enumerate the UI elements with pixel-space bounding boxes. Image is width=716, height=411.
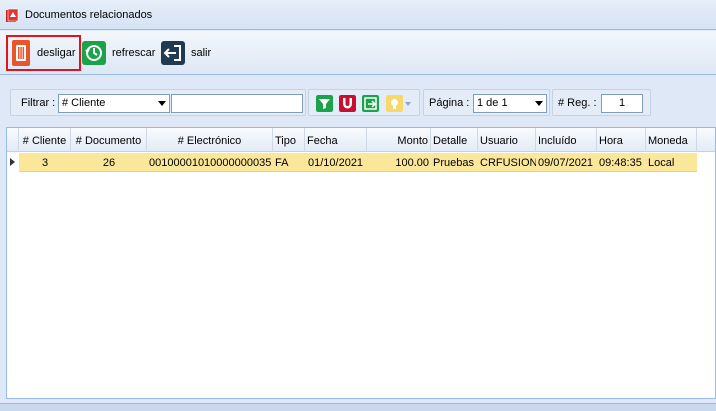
filter-value-input[interactable] <box>171 94 303 113</box>
cell-monto[interactable]: 100.00 <box>367 153 429 172</box>
cell-moneda[interactable]: Local <box>648 153 696 172</box>
trash-icon <box>12 40 30 66</box>
salir-label: salir <box>191 47 212 59</box>
filter-field-select[interactable]: # Cliente <box>58 94 170 113</box>
desligar-button[interactable]: desligar <box>6 35 81 71</box>
cell-detalle[interactable]: Pruebas <box>433 153 478 172</box>
refrescar-label: refrescar <box>112 47 156 59</box>
pagina-value: 1 de 1 <box>477 97 508 109</box>
col-hora[interactable]: Hora <box>597 128 646 152</box>
filter-actions-group <box>308 89 420 116</box>
table-row[interactable]: 3 26 00100001010000000035 FA 01/10/2021 … <box>7 153 715 172</box>
row-cells[interactable]: 3 26 00100001010000000035 FA 01/10/2021 … <box>19 153 697 172</box>
documents-grid: # Cliente # Documento # Electrónico Tipo… <box>6 127 716 399</box>
reg-label: # Reg. : <box>558 97 597 109</box>
filtrar-label: Filtrar : <box>21 97 56 109</box>
export-icon[interactable] <box>362 95 379 112</box>
grid-header: # Cliente # Documento # Electrónico Tipo… <box>7 128 715 152</box>
col-moneda[interactable]: Moneda <box>646 128 697 152</box>
cell-usuario[interactable]: CRFUSION <box>480 153 536 172</box>
desligar-label: desligar <box>37 47 76 59</box>
pagination-group: Página : 1 de 1 <box>423 89 550 116</box>
col-electronico[interactable]: # Electrónico <box>147 128 273 152</box>
col-tipo[interactable]: Tipo <box>273 128 305 152</box>
refresh-icon <box>82 41 106 65</box>
col-monto[interactable]: Monto <box>367 128 431 152</box>
chevron-down-icon <box>535 101 543 106</box>
pagina-label: Página : <box>429 97 470 109</box>
col-fecha[interactable]: Fecha <box>305 128 367 152</box>
filter-group: Filtrar : # Cliente <box>10 89 306 116</box>
bulb-icon[interactable] <box>386 95 412 112</box>
magnet-icon[interactable] <box>339 95 356 112</box>
row-indicator <box>7 153 19 172</box>
reg-input[interactable]: 1 <box>601 94 643 113</box>
refrescar-button[interactable]: refrescar <box>82 35 155 71</box>
bottom-border <box>0 403 716 411</box>
chevron-down-icon <box>158 101 166 106</box>
filter-field-value: # Cliente <box>62 97 106 109</box>
filter-bar: Filtrar : # Cliente Página : 1 de 1 # Re… <box>0 76 716 126</box>
col-incluido[interactable]: Incluído <box>536 128 597 152</box>
filter-down-icon[interactable] <box>316 95 333 112</box>
current-row-icon <box>10 158 15 166</box>
col-detalle[interactable]: Detalle <box>431 128 478 152</box>
cell-hora[interactable]: 09:48:35 <box>599 153 647 172</box>
col-usuario[interactable]: Usuario <box>478 128 536 152</box>
reg-group: # Reg. : 1 <box>552 89 651 116</box>
cell-fecha[interactable]: 01/10/2021 <box>308 153 368 172</box>
col-cliente[interactable]: # Cliente <box>19 128 71 152</box>
row-indicator-header <box>7 128 19 152</box>
pagina-select[interactable]: 1 de 1 <box>473 94 547 113</box>
cell-incluido[interactable]: 09/07/2021 <box>538 153 598 172</box>
window-titlebar: Documentos relacionados <box>0 0 716 30</box>
cell-electronico[interactable]: 00100001010000000035 <box>149 153 273 172</box>
exit-icon <box>161 41 185 65</box>
main-toolbar: desligar refrescar salir <box>0 31 716 75</box>
document-app-icon <box>6 8 19 22</box>
window-title: Documentos relacionados <box>25 9 153 21</box>
col-documento[interactable]: # Documento <box>71 128 147 152</box>
salir-button[interactable]: salir <box>161 35 211 71</box>
cell-tipo[interactable]: FA <box>275 153 305 172</box>
cell-documento[interactable]: 26 <box>71 153 147 172</box>
cell-cliente[interactable]: 3 <box>19 153 71 172</box>
